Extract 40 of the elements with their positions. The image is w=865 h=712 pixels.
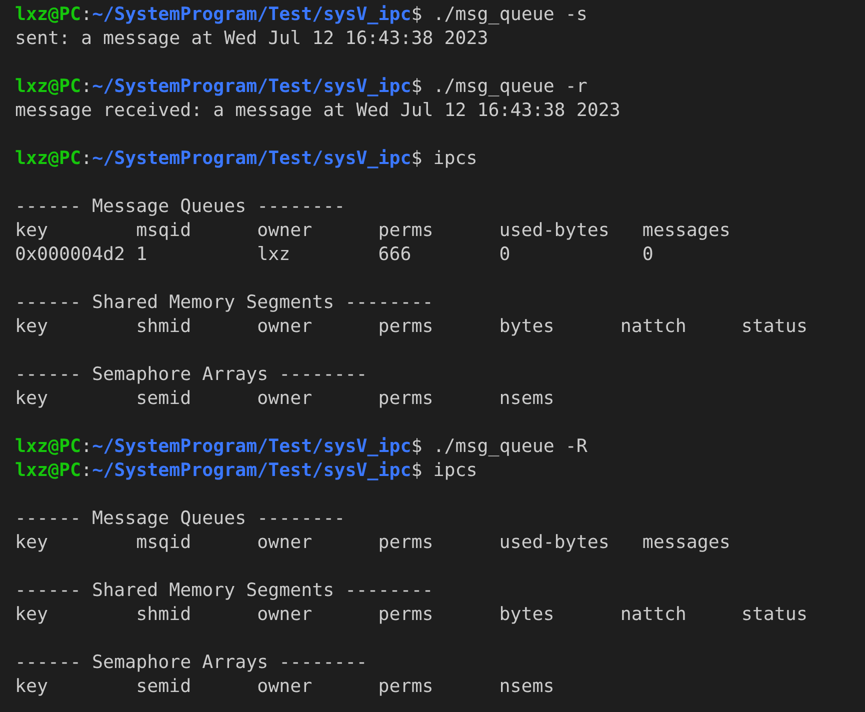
terminal-output: ------ Shared Memory Segments -------- [15,292,434,313]
terminal-output: key semid owner perms nsems [15,388,554,409]
prompt-path: ~/SystemProgram/Test/sysV_ipc [92,460,412,481]
prompt-separator: : [81,460,92,481]
prompt-user: lxz@PC [15,76,82,97]
prompt-separator: : [81,4,92,25]
terminal-output: ------ Semaphore Arrays -------- [15,364,368,385]
command-text: ./msg_queue -r [433,76,588,97]
terminal-output: message received: a message at Wed Jul 12 16:43:38 2023 [15,100,620,121]
prompt-path: ~/SystemProgram/Test/sysV_ipc [92,148,412,169]
command-text: ./msg_queue -R [433,436,588,457]
command-text: ipcs [433,148,478,169]
prompt-separator: : [81,436,92,457]
command-text: ./msg_queue -s [433,4,588,25]
prompt-path: ~/SystemProgram/Test/sysV_ipc [92,4,412,25]
prompt-symbol: $ [411,148,422,169]
terminal-output: key msqid owner perms used-bytes messages [15,532,730,553]
prompt-user: lxz@PC [15,436,82,457]
prompt-user: lxz@PC [15,460,82,481]
terminal-output: ------ Semaphore Arrays -------- [15,652,368,673]
prompt-separator: : [81,148,92,169]
terminal-output: 0x000004d2 1 lxz 666 0 0 [15,244,654,265]
terminal-output: ------ Message Queues -------- [15,196,346,217]
prompt-symbol: $ [411,4,422,25]
prompt-user: lxz@PC [15,4,82,25]
command-text: ipcs [433,460,478,481]
prompt-symbol: $ [411,436,422,457]
terminal-output: key semid owner perms nsems [15,676,554,697]
prompt-separator: : [81,76,92,97]
prompt-symbol: $ [411,76,422,97]
terminal-output: ------ Message Queues -------- [15,508,346,529]
terminal-output: sent: a message at Wed Jul 12 16:43:38 2023 [15,28,488,49]
prompt-path: ~/SystemProgram/Test/sysV_ipc [92,76,412,97]
terminal-output: key shmid owner perms bytes nattch status [15,316,808,337]
prompt-user: lxz@PC [15,148,82,169]
terminal-output: ------ Shared Memory Segments -------- [15,580,434,601]
terminal-output: key shmid owner perms bytes nattch status [15,604,808,625]
terminal-output: key msqid owner perms used-bytes messages [15,220,730,241]
prompt-path: ~/SystemProgram/Test/sysV_ipc [92,436,412,457]
prompt-symbol: $ [411,460,422,481]
